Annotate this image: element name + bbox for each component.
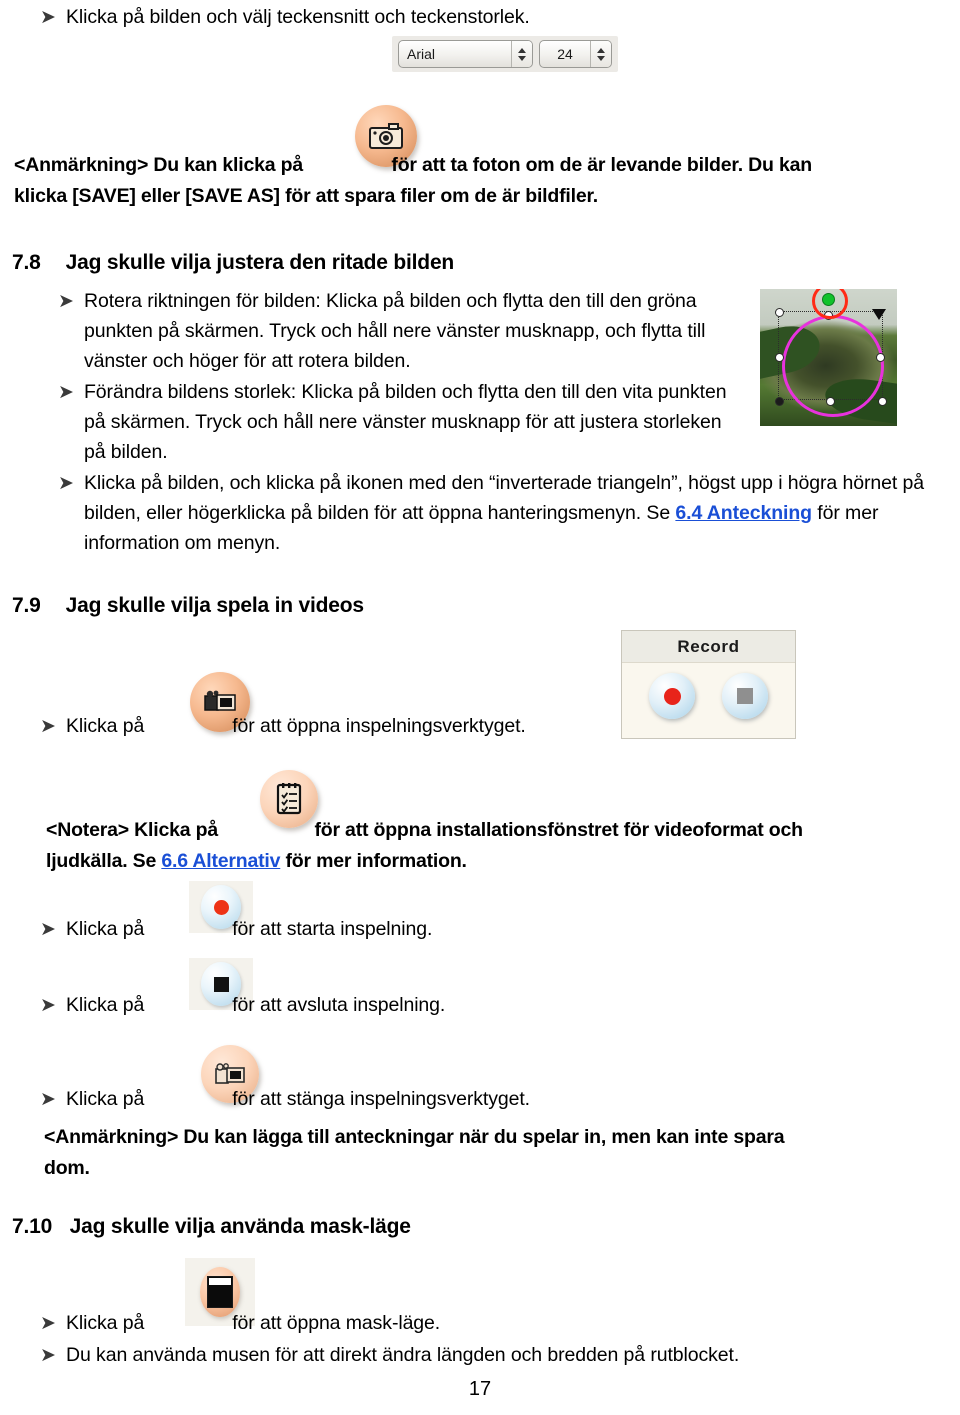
record-button[interactable] bbox=[649, 673, 696, 719]
section-title: Jag skulle vilja justera den ritade bild… bbox=[65, 251, 455, 274]
font-toolbar[interactable]: Arial 24 bbox=[392, 36, 618, 72]
bullet-text-before: Klicka på bbox=[66, 994, 145, 1016]
section-number: 7.8 bbox=[12, 251, 41, 274]
note-options: <Notera> Klicka på för att öppna install… bbox=[46, 815, 960, 877]
chevron-down-icon bbox=[597, 55, 605, 61]
note-photo: <Anmärkning> Du kan klicka på för att ta… bbox=[14, 150, 949, 212]
stop-button[interactable] bbox=[721, 673, 768, 719]
note-line2-after: för mer information. bbox=[280, 850, 467, 872]
note-prefix: <Notera> Klicka på bbox=[46, 819, 218, 841]
bullet-text-before: Klicka på bbox=[66, 1312, 145, 1334]
section-heading-710: 7.10 Jag skulle vilja använda mask-läge bbox=[12, 1213, 411, 1241]
bullet-text: Klicka på för att öppna mask-läge. bbox=[66, 1308, 440, 1338]
list-item: ➤ Rotera riktningen för bilden: Klicka p… bbox=[58, 286, 738, 376]
list-item: ➤ Klicka på för att öppna inspelningsverk… bbox=[40, 711, 640, 741]
resize-handle[interactable] bbox=[775, 397, 784, 406]
bullet-text-before: Klicka på bbox=[66, 918, 145, 940]
cross-reference-link-66[interactable]: 6.6 Alternativ bbox=[161, 850, 280, 872]
inverted-triangle-icon[interactable] bbox=[872, 309, 886, 320]
font-size-select[interactable]: 24 bbox=[539, 40, 612, 68]
page-number: 17 bbox=[468, 1378, 492, 1400]
bullet-text: Klicka på för att stänga inspelningsverkt… bbox=[66, 1084, 530, 1114]
list-item: ➤ Klicka på bilden, och klicka på ikonen… bbox=[58, 468, 958, 558]
record-panel: Record bbox=[621, 630, 796, 739]
bullet-arrow-icon: ➤ bbox=[40, 715, 56, 737]
cross-reference-link-64[interactable]: 6.4 Anteckning bbox=[675, 502, 812, 524]
document-page: ➤ Klicka på bilden och välj teckensnitt … bbox=[0, 0, 960, 1415]
frog-image-selection-thumbnail bbox=[760, 289, 897, 426]
note-line1: <Anmärkning> Du kan lägga till antecknin… bbox=[44, 1126, 785, 1148]
mask-rectangle-glyph bbox=[207, 1276, 233, 1308]
note-annotation: <Anmärkning> Du kan lägga till antecknin… bbox=[44, 1122, 944, 1184]
bullet-text: Klicka på för att avsluta inspelning. bbox=[66, 990, 445, 1020]
bullet-arrow-icon: ➤ bbox=[58, 472, 74, 494]
resize-handle[interactable] bbox=[826, 397, 835, 406]
bullet-text: Du kan använda musen för att direkt ändr… bbox=[66, 1344, 740, 1366]
font-family-select[interactable]: Arial bbox=[398, 40, 533, 68]
section-heading-78: 7.8 Jag skulle vilja justera den ritade … bbox=[12, 249, 454, 277]
bullet-arrow-icon: ➤ bbox=[40, 6, 56, 28]
bullet-text: Förändra bildens storlek: Klicka på bild… bbox=[84, 381, 727, 463]
bullet-text: Klicka på för att öppna inspelningsverkty… bbox=[66, 711, 526, 741]
note-line2: dom. bbox=[44, 1157, 90, 1179]
bullet-arrow-icon: ➤ bbox=[40, 1312, 56, 1334]
record-dot-icon bbox=[663, 687, 681, 705]
note-middle: för att ta foton om de är levande bilder… bbox=[391, 154, 812, 176]
bullet-arrow-icon: ➤ bbox=[40, 918, 56, 940]
resize-handle[interactable] bbox=[775, 308, 784, 317]
font-size-value: 24 bbox=[557, 46, 573, 62]
bullet-text-after: för att starta inspelning. bbox=[232, 918, 433, 940]
resize-handle[interactable] bbox=[775, 353, 784, 362]
bullet-text-after: för att öppna inspelningsverktyget. bbox=[232, 715, 526, 737]
list-item: ➤ Klicka på för att stänga inspelningsver… bbox=[40, 1084, 680, 1114]
font-family-spinner[interactable] bbox=[511, 41, 532, 67]
bullet-arrow-icon: ➤ bbox=[40, 994, 56, 1016]
bullet-arrow-icon: ➤ bbox=[58, 290, 74, 312]
note-prefix: <Anmärkning> Du kan klicka på bbox=[14, 154, 303, 176]
chevron-down-icon bbox=[518, 55, 526, 61]
list-item: ➤ Klicka på för att avsluta inspelning. bbox=[40, 990, 640, 1020]
font-family-value: Arial bbox=[407, 46, 436, 62]
bullet-text-before: Klicka på bbox=[66, 715, 145, 737]
list-item: ➤ Klicka på för att starta inspelning. bbox=[40, 914, 640, 944]
resize-handle[interactable] bbox=[876, 353, 885, 362]
section-number: 7.10 bbox=[12, 1215, 53, 1238]
resize-handle[interactable] bbox=[878, 397, 887, 406]
bullet-arrow-icon: ➤ bbox=[58, 381, 74, 403]
list-item: ➤ Du kan använda musen för att direkt än… bbox=[40, 1340, 940, 1370]
stop-square-icon bbox=[736, 688, 753, 704]
record-panel-title: Record bbox=[622, 631, 795, 663]
section-title: Jag skulle vilja spela in videos bbox=[65, 594, 364, 617]
list-item: ➤ Förändra bildens storlek: Klicka på bi… bbox=[58, 377, 738, 467]
section-number: 7.9 bbox=[12, 594, 41, 617]
bullet-text-before: Klicka på bbox=[66, 1088, 145, 1110]
bullet-text: Rotera riktningen för bilden: Klicka på … bbox=[84, 290, 706, 372]
chevron-up-icon bbox=[518, 47, 526, 53]
section-title: Jag skulle vilja använda mask-läge bbox=[69, 1215, 411, 1238]
bullet-text: Klicka på bilden, och klicka på ikonen m… bbox=[84, 468, 958, 558]
bullet-arrow-icon: ➤ bbox=[40, 1088, 56, 1110]
note-line2-before: ljudkälla. Se bbox=[46, 850, 162, 872]
bullet-text-after: för att avsluta inspelning. bbox=[232, 994, 446, 1016]
chevron-up-icon bbox=[597, 47, 605, 53]
green-rotation-handle[interactable] bbox=[822, 293, 835, 306]
bullet-text: Klicka på för att starta inspelning. bbox=[66, 914, 432, 944]
section-heading-79: 7.9 Jag skulle vilja spela in videos bbox=[12, 592, 364, 620]
record-dot-icon bbox=[213, 899, 229, 915]
record-panel-body bbox=[622, 663, 795, 733]
font-size-spinner[interactable] bbox=[590, 41, 611, 67]
bullet-text-after: för att stänga inspelningsverktyget. bbox=[232, 1088, 530, 1110]
list-item: ➤ Klicka på bilden och välj teckensnitt … bbox=[40, 2, 860, 32]
bullet-arrow-icon: ➤ bbox=[40, 1344, 56, 1366]
list-item: ➤ Klicka på för att öppna mask-läge. bbox=[40, 1308, 660, 1338]
bullet-text: Klicka på bilden och välj teckensnitt oc… bbox=[66, 6, 530, 28]
bullet-text-after: för att öppna mask-läge. bbox=[232, 1312, 441, 1334]
note-line2: klicka [SAVE] eller [SAVE AS] för att sp… bbox=[14, 185, 599, 207]
note-middle: för att öppna installationsfönstret för … bbox=[314, 819, 803, 841]
